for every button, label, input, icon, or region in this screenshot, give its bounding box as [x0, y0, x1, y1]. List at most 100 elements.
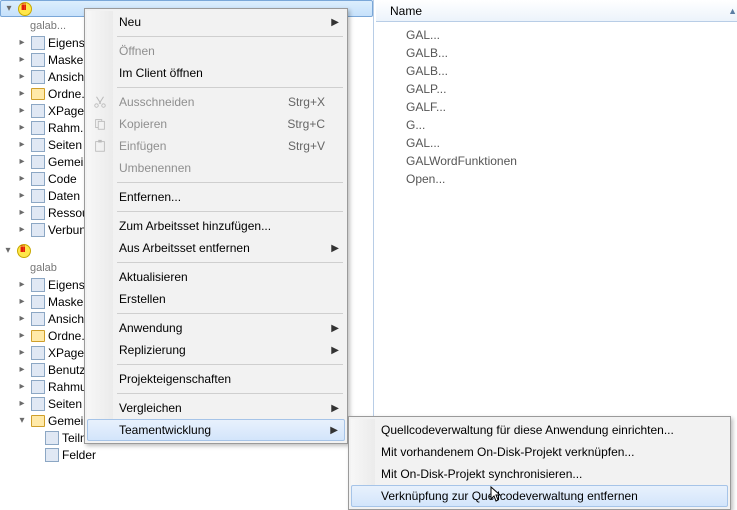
file-icon: [30, 362, 46, 378]
file-icon: [30, 52, 46, 68]
menu-compare[interactable]: Vergleichen ▶: [87, 397, 345, 419]
menu-project-properties[interactable]: Projekteigenschaften: [87, 368, 345, 390]
list-item[interactable]: GALP...: [406, 80, 737, 98]
expand-icon[interactable]: ▸: [16, 207, 28, 218]
file-icon: [30, 171, 46, 187]
submenu-setup-scm[interactable]: Quellcodeverwaltung für diese Anwendung …: [351, 419, 728, 441]
expand-icon[interactable]: ▸: [16, 37, 28, 48]
expand-icon[interactable]: ▸: [16, 398, 28, 409]
menu-label: Kopieren: [119, 117, 167, 131]
menu-label: Aus Arbeitsset entfernen: [119, 241, 250, 255]
expand-icon[interactable]: ▸: [16, 190, 28, 201]
list-item[interactable]: Open...: [406, 170, 737, 188]
expand-icon[interactable]: ▸: [16, 105, 28, 116]
expand-icon[interactable]: ▸: [16, 381, 28, 392]
expand-icon[interactable]: ▾: [2, 245, 14, 256]
menu-label: Ausschneiden: [119, 95, 194, 109]
name-list: GAL...GALB...GALB...GALP...GALF...G...GA…: [376, 22, 737, 188]
menu-label: Projekteigenschaften: [119, 372, 231, 386]
column-header[interactable]: Name ▲: [376, 0, 737, 22]
menu-cut: Ausschneiden Strg+X: [87, 91, 345, 113]
list-item[interactable]: GALWordFunktionen: [406, 152, 737, 170]
menu-refresh[interactable]: Aktualisieren: [87, 266, 345, 288]
menu-label: Im Client öffnen: [119, 66, 203, 80]
expand-icon[interactable]: ▸: [16, 88, 28, 99]
menu-label: Anwendung: [119, 321, 182, 335]
file-icon: [30, 35, 46, 51]
expand-icon[interactable]: ▸: [16, 54, 28, 65]
tree-label: Seiten: [48, 138, 82, 152]
submenu-arrow-icon: ▶: [331, 17, 339, 28]
file-icon: [30, 345, 46, 361]
sort-indicator-icon: ▲: [728, 6, 737, 16]
menu-application[interactable]: Anwendung ▶: [87, 317, 345, 339]
menu-label: Neu: [119, 15, 141, 29]
file-icon: [30, 154, 46, 170]
menu-label: Entfernen...: [119, 190, 181, 204]
expand-icon[interactable]: ▸: [16, 139, 28, 150]
expand-icon[interactable]: ▸: [16, 224, 28, 235]
menu-shortcut: Strg+X: [288, 95, 325, 109]
list-item[interactable]: GAL...: [406, 134, 737, 152]
submenu-link-ondisk[interactable]: Mit vorhandenem On-Disk-Projekt verknüpf…: [351, 441, 728, 463]
file-icon: [30, 311, 46, 327]
expand-icon[interactable]: ▸: [16, 173, 28, 184]
expand-icon[interactable]: ▸: [16, 122, 28, 133]
menu-label: Replizierung: [119, 343, 186, 357]
list-item[interactable]: G...: [406, 116, 737, 134]
app-icon: [16, 243, 32, 259]
menu-label: Verknüpfung zur Quellcodeverwaltung entf…: [381, 489, 638, 503]
menu-workingset-add[interactable]: Zum Arbeitsset hinzufügen...: [87, 215, 345, 237]
expand-icon[interactable]: ▸: [16, 296, 28, 307]
menu-label: Teamentwicklung: [119, 423, 211, 437]
folder-icon: [30, 86, 46, 102]
menu-separator: [117, 313, 343, 314]
menu-label: Öffnen: [119, 44, 155, 58]
paste-icon: [93, 139, 107, 153]
menu-team[interactable]: Teamentwicklung ▶: [87, 419, 345, 441]
menu-new[interactable]: Neu ▶: [87, 11, 345, 33]
folder-icon: [30, 328, 46, 344]
menu-shortcut: Strg+C: [287, 117, 325, 131]
file-icon: [30, 69, 46, 85]
expand-icon[interactable]: ▸: [16, 279, 28, 290]
menu-workingset-remove[interactable]: Aus Arbeitsset entfernen ▶: [87, 237, 345, 259]
expand-icon[interactable]: ▸: [16, 347, 28, 358]
submenu-arrow-icon: ▶: [330, 425, 338, 436]
submenu-arrow-icon: ▶: [331, 403, 339, 414]
list-item[interactable]: GALB...: [406, 44, 737, 62]
submenu-arrow-icon: ▶: [331, 323, 339, 334]
team-submenu: Quellcodeverwaltung für diese Anwendung …: [348, 416, 731, 510]
menu-replication[interactable]: Replizierung ▶: [87, 339, 345, 361]
menu-label: Quellcodeverwaltung für diese Anwendung …: [381, 423, 674, 437]
menu-remove[interactable]: Entfernen...: [87, 186, 345, 208]
expand-icon[interactable]: ▸: [16, 330, 28, 341]
menu-label: Aktualisieren: [119, 270, 188, 284]
expand-icon[interactable]: ▾: [16, 415, 28, 426]
menu-label: Mit vorhandenem On-Disk-Projekt verknüpf…: [381, 445, 634, 459]
folder-icon: [30, 413, 46, 429]
expand-icon[interactable]: ▸: [16, 71, 28, 82]
file-icon: [30, 379, 46, 395]
expand-icon[interactable]: ▸: [16, 313, 28, 324]
menu-label: Mit On-Disk-Projekt synchronisieren...: [381, 467, 582, 481]
expand-icon[interactable]: ▾: [3, 3, 15, 14]
menu-open-client[interactable]: Im Client öffnen: [87, 62, 345, 84]
menu-label: Erstellen: [119, 292, 166, 306]
tree-item[interactable]: Felder: [0, 446, 373, 463]
menu-separator: [117, 211, 343, 212]
menu-separator: [117, 364, 343, 365]
submenu-remove-scm-link[interactable]: Verknüpfung zur Quellcodeverwaltung entf…: [351, 485, 728, 507]
file-icon: [44, 447, 60, 463]
submenu-sync-ondisk[interactable]: Mit On-Disk-Projekt synchronisieren...: [351, 463, 728, 485]
menu-build[interactable]: Erstellen: [87, 288, 345, 310]
expand-icon[interactable]: ▸: [16, 156, 28, 167]
list-item[interactable]: GAL...: [406, 26, 737, 44]
file-icon: [30, 120, 46, 136]
tree-label: Daten: [48, 189, 80, 203]
file-icon: [30, 137, 46, 153]
list-item[interactable]: GALF...: [406, 98, 737, 116]
column-title: Name: [376, 4, 538, 18]
expand-icon[interactable]: ▸: [16, 364, 28, 375]
list-item[interactable]: GALB...: [406, 62, 737, 80]
